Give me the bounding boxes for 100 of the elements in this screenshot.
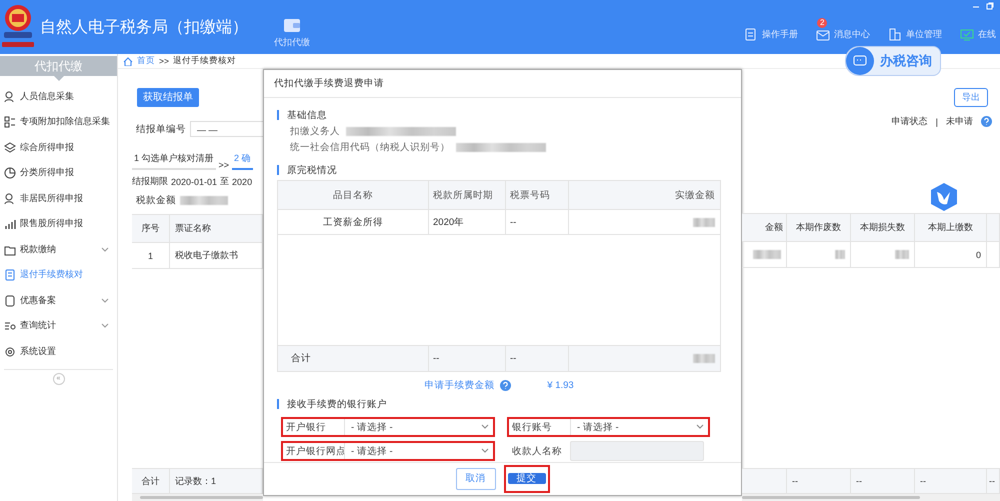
section-heading: 原完税情况 <box>287 164 337 176</box>
chevron-down-icon[interactable] <box>101 298 109 304</box>
redacted-block <box>895 250 909 259</box>
sidebar-item[interactable]: 限售股所得申报 <box>0 212 117 237</box>
chevron-down-icon <box>481 448 489 454</box>
notification-badge: 2 <box>817 18 828 28</box>
sidebar-item[interactable]: 税款缴纳 <box>0 237 117 262</box>
redacted-block <box>180 196 228 205</box>
list-icon <box>4 116 16 128</box>
field-label: 结报期限 <box>132 175 168 188</box>
sidebar-item[interactable]: 人员信息采集 <box>0 84 117 110</box>
submit-button[interactable]: 提交 <box>508 473 546 484</box>
help-icon[interactable] <box>981 116 992 127</box>
redacted-block <box>693 218 715 226</box>
chevron-down-icon[interactable] <box>101 246 109 253</box>
person-icon <box>4 192 16 205</box>
fetch-button[interactable]: 获取结报单 <box>137 88 199 107</box>
status-label: 申请状态 <box>892 115 928 128</box>
scrollbar[interactable] <box>132 494 263 501</box>
redacted-block <box>753 250 781 259</box>
chevron-down-icon <box>696 424 704 430</box>
wallet-icon <box>283 17 301 33</box>
sidebar-item[interactable]: 退付手续费核对 <box>0 262 117 288</box>
section-heading: 基础信息 <box>287 108 327 122</box>
pie-icon <box>4 167 16 180</box>
column-header: 本期上缴数 <box>915 214 987 241</box>
column-header: 本期作废数 <box>787 214 851 241</box>
table-cell: -- <box>506 346 569 371</box>
fee-amount: ¥ 1.93 <box>547 380 574 390</box>
table-cell: 0 <box>915 242 987 267</box>
export-button[interactable]: 导出 <box>954 88 988 107</box>
date-value: 2020-01-01 <box>171 176 218 186</box>
field-label: 结报单编号 <box>136 122 186 136</box>
column-header: 品目名称 <box>278 181 429 209</box>
sidebar-item[interactable]: 查询统计 <box>0 314 117 339</box>
column-header: 实缴金额 <box>674 188 716 202</box>
redacted-block <box>835 250 845 259</box>
date-value: 2020 <box>232 176 252 186</box>
layers-icon <box>4 142 16 154</box>
column-header: 税票号码 <box>506 181 569 209</box>
table-cell: 工资薪金所得 <box>278 210 429 234</box>
sidebar-item[interactable]: 系统设置 <box>0 339 117 364</box>
field-label: 银行账号 <box>511 420 553 434</box>
restore-icon[interactable] <box>986 2 994 10</box>
status-value: 未申请 <box>946 115 973 128</box>
table-cell: -- <box>429 346 506 371</box>
table-cell: -- <box>915 469 987 493</box>
step-tab[interactable]: 2 确 <box>232 152 253 170</box>
building-icon <box>888 28 902 40</box>
sidebar-item[interactable]: 综合所得申报 <box>0 135 117 160</box>
help-icon[interactable] <box>500 380 512 390</box>
table-cell: 2020年 <box>429 210 506 234</box>
select-field[interactable]: - 请选择 - <box>344 443 489 459</box>
breadcrumb-current: 退付手续费核对 <box>172 55 236 67</box>
date-separator: 至 <box>220 175 230 188</box>
table-cell: 合计 <box>278 346 429 371</box>
column-header: 序号 <box>132 215 170 242</box>
redacted-block <box>693 354 715 363</box>
sidebar-item[interactable]: 专项附加扣除信息采集 <box>0 110 117 135</box>
mail-icon <box>816 28 830 40</box>
section-heading: 接收手续费的银行账户 <box>287 398 387 410</box>
table-cell: 1 <box>132 243 170 268</box>
step-separator: >> <box>218 160 230 170</box>
column-header: 金额 <box>742 214 787 241</box>
chevron-down-icon[interactable] <box>101 323 109 330</box>
scrollbar[interactable] <box>742 494 1000 501</box>
cancel-button[interactable]: 取消 <box>456 468 496 490</box>
sidebar-item[interactable]: 非居民所得申报 <box>0 186 117 212</box>
settings-icon <box>4 346 16 358</box>
field-label: 开户银行 <box>285 420 327 434</box>
chevron-down-icon <box>481 424 489 430</box>
table-cell: -- <box>851 469 915 493</box>
status-separator: | <box>936 116 938 126</box>
person-icon <box>4 90 16 103</box>
field-label: 扣缴义务人 <box>290 124 340 138</box>
bird-icon[interactable] <box>929 182 959 212</box>
input-field[interactable]: — — <box>190 121 263 137</box>
home-icon[interactable] <box>123 56 133 66</box>
sidebar-item[interactable]: 优惠备案 <box>0 288 117 314</box>
select-field[interactable]: - 请选择 - <box>570 419 704 435</box>
search-list-icon <box>4 320 16 332</box>
table-cell: 合计 <box>132 469 170 493</box>
select-field[interactable]: - 请选择 - <box>344 419 489 435</box>
breadcrumb-link[interactable]: 首页 <box>137 55 155 67</box>
field-label: 统一社会信用代码（纳税人识别号） <box>290 140 450 154</box>
fee-label: 申请手续费金额 <box>424 378 494 392</box>
column-header: 本期损失数 <box>851 214 915 241</box>
field-label: 税款金额 <box>136 194 176 207</box>
app-title: 自然人电子税务局（扣缴端） <box>40 18 248 38</box>
field-label: 收款人名称 <box>511 444 563 458</box>
dialog-title: 代扣代缴手续费退费申请 <box>264 70 741 98</box>
pointer-icon <box>54 76 64 81</box>
breadcrumb-separator: >> <box>159 56 169 66</box>
table-cell: -- <box>506 210 569 234</box>
column-header: 税款所属时期 <box>429 181 506 209</box>
folder-icon <box>4 244 16 256</box>
table-cell: -- <box>987 469 1000 493</box>
step-tab[interactable]: 1 勾选单户核对清册 <box>132 152 216 170</box>
sidebar-item[interactable]: 分类所得申报 <box>0 160 117 186</box>
monitor-icon <box>960 28 974 40</box>
